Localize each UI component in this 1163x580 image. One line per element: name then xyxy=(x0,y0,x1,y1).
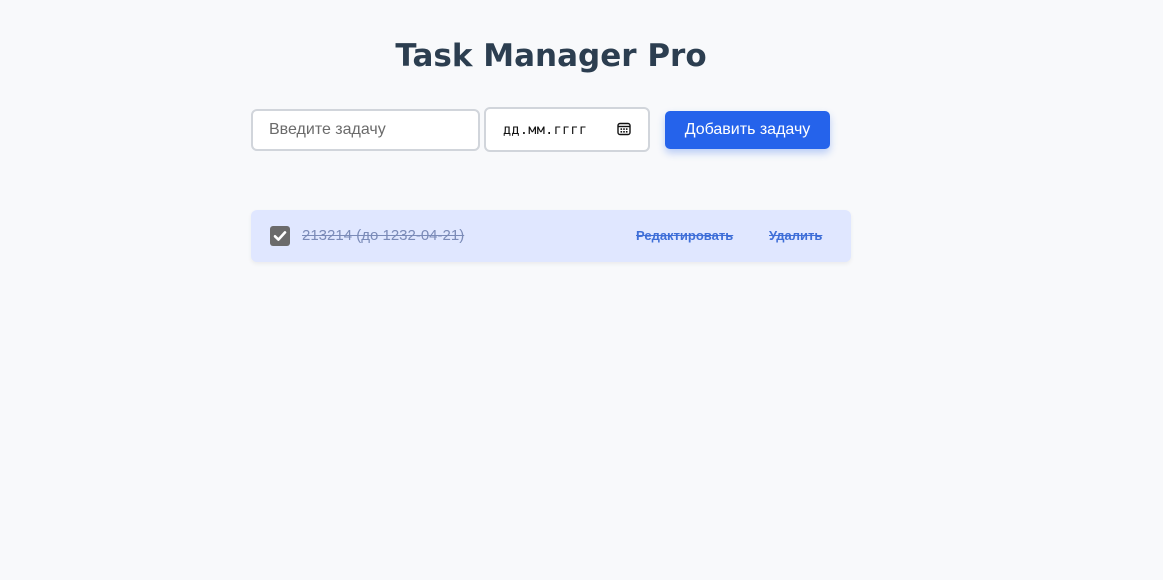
page-title: Task Manager Pro xyxy=(395,38,707,74)
task-input[interactable] xyxy=(251,109,480,151)
task-list: 213214 (до 1232-04-21) Редактировать Уда… xyxy=(251,210,851,262)
task-item: 213214 (до 1232-04-21) Редактировать Уда… xyxy=(251,210,851,262)
add-task-button[interactable]: Добавить задачу xyxy=(665,111,830,149)
checkmark-icon xyxy=(273,231,287,241)
task-checkbox[interactable] xyxy=(270,226,290,246)
task-text: 213214 (до 1232-04-21) xyxy=(302,227,465,244)
delete-task-button[interactable]: Удалить xyxy=(769,228,822,243)
calendar-icon[interactable] xyxy=(616,121,632,137)
date-input[interactable]: дд.мм.гггг xyxy=(484,107,650,152)
date-placeholder: дд.мм.гггг xyxy=(503,121,588,138)
edit-task-button[interactable]: Редактировать xyxy=(636,228,733,243)
